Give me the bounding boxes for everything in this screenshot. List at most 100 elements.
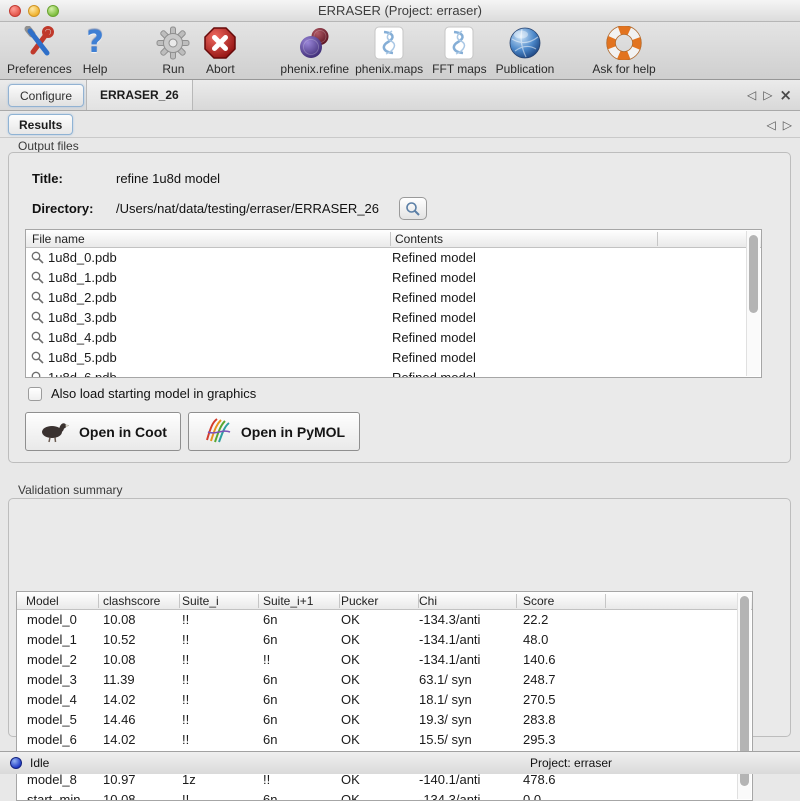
tab-nav-controls: ◁ ▷ × xyxy=(747,80,792,110)
output-files-group: Title: refine 1u8d model Directory: /Use… xyxy=(8,152,791,463)
column-header-contents[interactable]: Contents xyxy=(395,232,443,246)
file-table-scrollbar[interactable] xyxy=(746,231,760,376)
cell-clashscore: 10.08 xyxy=(103,652,136,667)
directory-label: Directory: xyxy=(32,201,93,216)
cell-clashscore: 10.97 xyxy=(103,772,136,787)
cell-chi: 18.1/ syn xyxy=(419,692,472,707)
file-contents: Refined model xyxy=(392,250,476,265)
toolbar-button-help[interactable]: ? Help xyxy=(83,22,108,76)
table-row[interactable]: 1u8d_3.pdb Refined model xyxy=(26,308,761,328)
tab-close-icon[interactable]: × xyxy=(779,86,792,104)
output-files-table[interactable]: File name Contents 1u8d_0.pdb xyxy=(25,229,762,378)
table-row[interactable]: start_min 10.08 !! 6n OK -134.3/anti 0.0 xyxy=(17,790,752,800)
cell-model: model_3 xyxy=(27,672,77,687)
pymol-ribbon-icon xyxy=(203,416,233,447)
column-header-file-name[interactable]: File name xyxy=(32,232,85,246)
table-row[interactable]: model_0 10.08 !! 6n OK -134.3/anti 22.2 xyxy=(17,610,752,630)
cell-suite-i1: 6n xyxy=(263,732,277,747)
phenix-maps-icon xyxy=(374,25,404,61)
cell-suite-i1: 6n xyxy=(263,672,277,687)
cell-clashscore: 14.02 xyxy=(103,732,136,747)
button-label: Open in Coot xyxy=(79,424,167,440)
button-label: Open in PyMOL xyxy=(241,424,345,440)
table-row[interactable]: 1u8d_5.pdb Refined model xyxy=(26,348,761,368)
cell-suite-i: !! xyxy=(182,612,189,627)
publication-icon xyxy=(508,25,542,61)
cell-suite-i: !! xyxy=(182,672,189,687)
tab-results[interactable]: Results xyxy=(8,114,73,135)
cell-chi: -134.3/anti xyxy=(419,792,480,800)
cell-score: 0.0 xyxy=(523,792,541,800)
column-header-clashscore[interactable]: clashscore xyxy=(103,594,160,608)
toolbar-button-phenix-maps[interactable]: phenix.maps xyxy=(355,22,423,76)
table-row[interactable]: model_5 14.46 !! 6n OK 19.3/ syn 283.8 xyxy=(17,710,752,730)
column-header-score[interactable]: Score xyxy=(523,594,554,608)
toolbar-button-run[interactable]: Run xyxy=(156,22,190,76)
table-row[interactable]: 1u8d_1.pdb Refined model xyxy=(26,268,761,288)
table-row[interactable]: model_4 14.02 !! 6n OK 18.1/ syn 270.5 xyxy=(17,690,752,710)
coot-bird-icon xyxy=(39,417,71,446)
toolbar-button-fft-maps[interactable]: FFT maps xyxy=(432,22,486,76)
cell-model: model_2 xyxy=(27,652,77,667)
cell-pucker: OK xyxy=(341,712,360,727)
magnifier-icon xyxy=(31,251,44,269)
table-row[interactable]: model_1 10.52 !! 6n OK -134.1/anti 48.0 xyxy=(17,630,752,650)
file-contents: Refined model xyxy=(392,270,476,285)
file-table-body: 1u8d_0.pdb Refined model 1u8d_1.pdb Refi… xyxy=(26,248,761,377)
toolbar-button-preferences[interactable]: Preferences xyxy=(7,22,72,76)
magnifier-icon xyxy=(31,311,44,329)
scrollbar-thumb[interactable] xyxy=(749,235,758,313)
tab-scroll-right-icon[interactable]: ▷ xyxy=(763,88,772,102)
table-row[interactable]: 1u8d_2.pdb Refined model xyxy=(26,288,761,308)
cell-model: model_8 xyxy=(27,772,77,787)
cell-model: model_6 xyxy=(27,732,77,747)
toolbar-button-ask-for-help[interactable]: Ask for help xyxy=(592,22,655,76)
cell-chi: -140.1/anti xyxy=(419,772,480,787)
toolbar-button-publication[interactable]: Publication xyxy=(496,22,555,76)
results-panel: Output files Title: refine 1u8d model Di… xyxy=(0,138,800,751)
toolbar-button-phenix-refine[interactable]: phenix.refine xyxy=(280,22,349,76)
status-bar: Idle Project: erraser xyxy=(0,751,800,774)
checkbox-label: Also load starting model in graphics xyxy=(51,386,256,401)
file-name: 1u8d_0.pdb xyxy=(48,250,117,265)
cell-clashscore: 10.52 xyxy=(103,632,136,647)
browse-directory-button[interactable] xyxy=(399,197,427,220)
column-header-suite-i1[interactable]: Suite_i+1 xyxy=(263,594,313,608)
table-row[interactable]: 1u8d_6.pdb Refined model xyxy=(26,368,761,377)
cell-chi: -134.1/anti xyxy=(419,652,480,667)
title-bar: ERRASER (Project: erraser) xyxy=(0,0,800,22)
file-contents: Refined model xyxy=(392,370,476,377)
column-header-pucker[interactable]: Pucker xyxy=(341,594,378,608)
file-name: 1u8d_1.pdb xyxy=(48,270,117,285)
cell-model: start_min xyxy=(27,792,80,800)
tab-scroll-left-icon[interactable]: ◁ xyxy=(747,88,756,102)
cell-pucker: OK xyxy=(341,632,360,647)
tab-erraser-26[interactable]: ERRASER_26 xyxy=(86,80,193,110)
cell-score: 22.2 xyxy=(523,612,548,627)
phenix-refine-icon xyxy=(297,25,333,61)
table-row[interactable]: model_6 14.02 !! 6n OK 15.5/ syn 295.3 xyxy=(17,730,752,750)
column-header-model[interactable]: Model xyxy=(26,594,59,608)
column-header-chi[interactable]: Chi xyxy=(419,594,437,608)
load-starting-model-checkbox[interactable] xyxy=(28,387,42,401)
table-row[interactable]: model_2 10.08 !! !! OK -134.1/anti 140.6 xyxy=(17,650,752,670)
file-table-header: File name Contents xyxy=(26,230,761,248)
sub-tab-scroll-left-icon[interactable]: ◁ xyxy=(767,118,776,132)
table-row[interactable]: 1u8d_0.pdb Refined model xyxy=(26,248,761,268)
sub-tab-scroll-right-icon[interactable]: ▷ xyxy=(783,118,792,132)
open-in-coot-button[interactable]: Open in Coot xyxy=(25,412,181,451)
open-in-pymol-button[interactable]: Open in PyMOL xyxy=(188,412,360,451)
cell-model: model_0 xyxy=(27,612,77,627)
cell-suite-i1: 6n xyxy=(263,612,277,627)
file-contents: Refined model xyxy=(392,330,476,345)
toolbar-button-abort[interactable]: Abort xyxy=(203,22,237,76)
tab-configure[interactable]: Configure xyxy=(8,84,84,107)
status-text: Idle xyxy=(30,756,49,770)
cell-pucker: OK xyxy=(341,792,360,800)
load-starting-model-option: Also load starting model in graphics xyxy=(28,386,256,401)
column-header-suite-i[interactable]: Suite_i xyxy=(182,594,219,608)
magnifier-icon xyxy=(405,201,421,217)
table-row[interactable]: model_3 11.39 !! 6n OK 63.1/ syn 248.7 xyxy=(17,670,752,690)
file-name: 1u8d_3.pdb xyxy=(48,310,117,325)
table-row[interactable]: 1u8d_4.pdb Refined model xyxy=(26,328,761,348)
